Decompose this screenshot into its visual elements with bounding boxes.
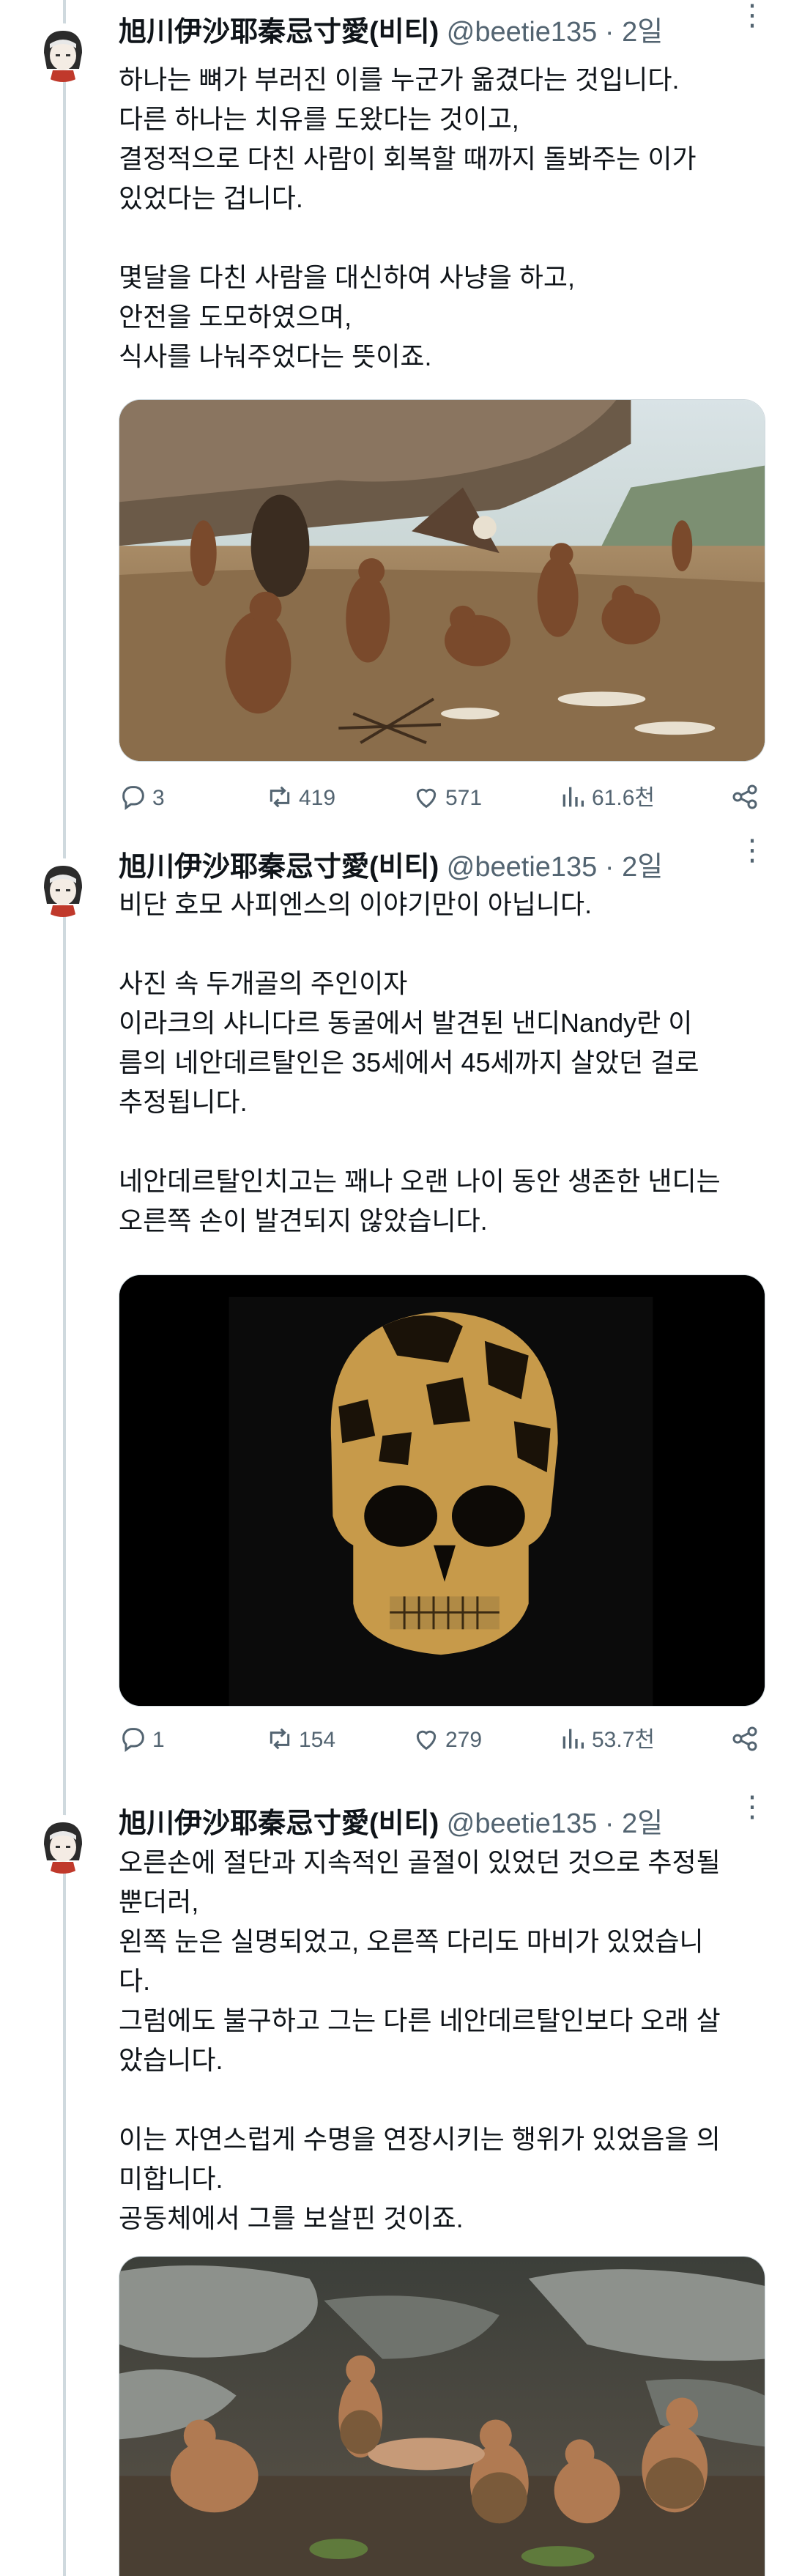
timestamp[interactable]: · 2일 xyxy=(605,17,663,48)
share-button[interactable] xyxy=(730,1718,764,1762)
like-count: 279 xyxy=(445,1728,483,1752)
text-line: 식사를 나눠주었다는 뜻이죠. xyxy=(119,341,432,371)
text-line: 있었다는 겁니다. xyxy=(119,183,303,213)
text-line: 네안데르탈인치고는 꽤나 오랜 나이 동안 생존한 낸디는 xyxy=(119,1166,721,1196)
tweet-text: 오른손에 절단과 지속적인 골절이 있었던 것으로 추정될 뿐더러, 왼쪽 눈은… xyxy=(119,1843,763,2238)
tweet-1[interactable]: 旭川伊沙耶秦忌寸愛(비티) @beetie135 · 2일 ⋮ 하나는 뼈가 부… xyxy=(0,0,791,835)
reply-count: 1 xyxy=(152,1728,165,1752)
text-line: 이는 자연스럽게 수명을 연장시키는 행위가 있었음을 의 xyxy=(119,2124,721,2154)
text-line: 뿐더러, xyxy=(119,1887,199,1917)
text-line: 름의 네안데르탈인은 35세에서 45세까지 살았던 걸로 xyxy=(119,1047,699,1077)
text-line: 오른쪽 손이 발견되지 않았습니다. xyxy=(119,1206,488,1236)
retweet-count: 419 xyxy=(299,786,336,810)
share-button[interactable] xyxy=(730,776,764,820)
text-line: 이라크의 샤니다르 동굴에서 발견된 낸디Nandy란 이 xyxy=(119,1008,693,1038)
more-dots-icon[interactable]: ⋮ xyxy=(737,1,767,32)
share-icon xyxy=(732,1726,757,1751)
tweet-header: 旭川伊沙耶秦忌寸愛(비티) @beetie135 · 2일 xyxy=(119,1802,663,1846)
display-name[interactable]: 旭川伊沙耶秦忌寸愛(비티) xyxy=(119,852,439,883)
text-line xyxy=(119,1122,763,1162)
tweet-actions: 3 419 571 61.6천 xyxy=(119,776,763,820)
text-line: 그럼에도 불구하고 그는 다른 네안데르탈인보다 오래 살 xyxy=(119,2005,721,2035)
reply-icon xyxy=(122,786,144,811)
text-line: 미합니다. xyxy=(119,2164,223,2194)
text-line: 몇달을 다친 사람을 대신하여 사냥을 하고, xyxy=(119,262,576,292)
retweet-count: 154 xyxy=(299,1728,336,1752)
tweet-2[interactable]: 旭川伊沙耶秦忌寸愛(비티) @beetie135 · 2일 ⋮ 비단 호모 사피… xyxy=(0,835,791,1780)
views-button[interactable]: 53.7천 xyxy=(558,1718,655,1762)
tweet-3[interactable]: 旭川伊沙耶秦忌寸愛(비티) @beetie135 · 2일 ⋮ 오른손에 절단과… xyxy=(0,1780,791,2576)
like-button[interactable]: 279 xyxy=(412,1718,482,1762)
tweet-text: 하나는 뼈가 부러진 이를 누군가 옮겼다는 것입니다. 다른 하나는 치유를 … xyxy=(119,60,763,376)
tweet-header: 旭川伊沙耶秦忌寸愛(비티) @beetie135 · 2일 xyxy=(119,10,663,54)
text-line: 공동체에서 그를 보살핀 것이죠. xyxy=(119,2203,464,2233)
tweet-text: 비단 호모 사피엔스의 이야기만이 아닙니다. 사진 속 두개골의 주인이자 이… xyxy=(119,885,763,1241)
text-line: 왼쪽 눈은 실명되었고, 오른쪽 다리도 마비가 있었습니 xyxy=(119,1926,704,1956)
user-handle[interactable]: @beetie135 xyxy=(447,852,598,883)
more-dots-icon[interactable]: ⋮ xyxy=(737,836,767,867)
views-button[interactable]: 61.6천 xyxy=(558,776,655,820)
text-line: 다. xyxy=(119,1966,151,1996)
display-name[interactable]: 旭川伊沙耶秦忌寸愛(비티) xyxy=(119,17,439,48)
timestamp[interactable]: · 2일 xyxy=(605,852,663,883)
text-line: 비단 호모 사피엔스의 이야기만이 아닙니다. xyxy=(119,889,593,919)
retweet-button[interactable]: 154 xyxy=(265,1718,335,1762)
avatar[interactable] xyxy=(34,1815,92,1874)
views-chart-icon xyxy=(562,787,584,807)
views-count: 53.7천 xyxy=(592,1728,655,1752)
like-button[interactable]: 571 xyxy=(412,776,482,820)
text-line: 안전을 도모하였으며, xyxy=(119,302,352,332)
heart-icon xyxy=(416,1730,437,1751)
like-count: 571 xyxy=(445,786,483,810)
reply-icon xyxy=(122,1728,144,1753)
retweet-icon xyxy=(270,1728,290,1750)
heart-icon xyxy=(416,788,437,809)
avatar[interactable] xyxy=(34,858,92,917)
retweet-button[interactable]: 419 xyxy=(265,776,335,820)
display-name[interactable]: 旭川伊沙耶秦忌寸愛(비티) xyxy=(119,1808,439,1839)
more-dots-icon[interactable]: ⋮ xyxy=(737,1792,767,1824)
timestamp[interactable]: · 2일 xyxy=(605,1808,663,1839)
tweet-image-nandy-skull[interactable] xyxy=(119,1274,765,1707)
tweet-image-neanderthal-camp[interactable] xyxy=(119,399,765,762)
text-line: 결정적으로 다친 사람이 회복할 때까지 돌봐주는 이가 xyxy=(119,144,697,174)
tweet-header: 旭川伊沙耶秦忌寸愛(비티) @beetie135 · 2일 xyxy=(119,845,663,889)
retweet-icon xyxy=(270,786,290,808)
reply-button[interactable]: 3 xyxy=(119,776,165,820)
text-line: 하나는 뼈가 부러진 이를 누군가 옮겼다는 것입니다. xyxy=(119,64,680,94)
text-line: 았습니다. xyxy=(119,2045,223,2075)
text-line xyxy=(119,2080,763,2120)
avatar[interactable] xyxy=(34,23,92,82)
tweet-image-neanderthal-group[interactable] xyxy=(119,2256,765,2576)
user-handle[interactable]: @beetie135 xyxy=(447,17,598,48)
text-line xyxy=(119,218,763,258)
views-chart-icon xyxy=(562,1729,584,1749)
reply-button[interactable]: 1 xyxy=(119,1718,165,1762)
tweet-actions: 1 154 279 53.7천 xyxy=(119,1718,763,1762)
views-count: 61.6천 xyxy=(592,786,655,810)
reply-count: 3 xyxy=(152,786,165,810)
text-line xyxy=(119,924,763,964)
text-line: 사진 속 두개골의 주인이자 xyxy=(119,968,408,998)
share-icon xyxy=(732,784,757,809)
text-line: 다른 하나는 치유를 도왔다는 것이고, xyxy=(119,104,519,134)
user-handle[interactable]: @beetie135 xyxy=(447,1808,598,1839)
text-line: 오른손에 절단과 지속적인 골절이 있었던 것으로 추정될 xyxy=(119,1847,721,1877)
text-line: 추정됩니다. xyxy=(119,1087,248,1117)
